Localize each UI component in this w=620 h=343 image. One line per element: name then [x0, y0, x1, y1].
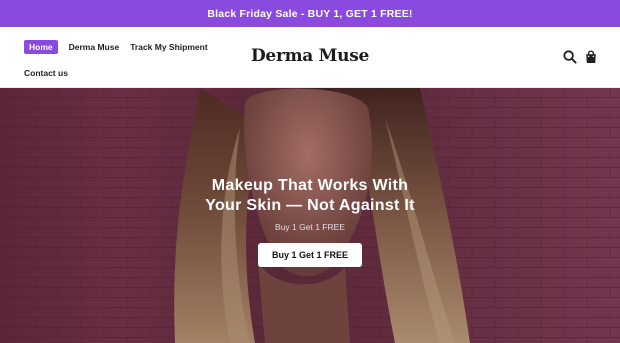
- site-header: Home Derma Muse Track My Shipment Contac…: [0, 27, 620, 88]
- hero-heading-line: Your Skin — Not Against It: [205, 197, 415, 214]
- cart-button[interactable]: [583, 49, 599, 65]
- announcement-bar: Black Friday Sale - BUY 1, GET 1 FREE!: [0, 0, 620, 27]
- hero-content: Makeup That Works With Your Skin — Not A…: [0, 176, 620, 267]
- nav-item-contact-us[interactable]: Contact us: [24, 68, 68, 78]
- buy-one-get-one-button[interactable]: Buy 1 Get 1 FREE: [257, 243, 363, 267]
- hero-banner: Makeup That Works With Your Skin — Not A…: [0, 88, 620, 343]
- site-logo[interactable]: Derma Muse: [0, 46, 620, 66]
- hero-heading: Makeup That Works With Your Skin — Not A…: [0, 176, 620, 216]
- hero-subheading: Buy 1 Get 1 FREE: [275, 222, 345, 232]
- search-icon: [563, 50, 577, 64]
- search-button[interactable]: [562, 49, 578, 65]
- hero-heading-line: Makeup That Works With: [211, 177, 409, 194]
- announcement-text: Black Friday Sale - BUY 1, GET 1 FREE!: [207, 7, 413, 20]
- shopping-bag-icon: [586, 50, 596, 63]
